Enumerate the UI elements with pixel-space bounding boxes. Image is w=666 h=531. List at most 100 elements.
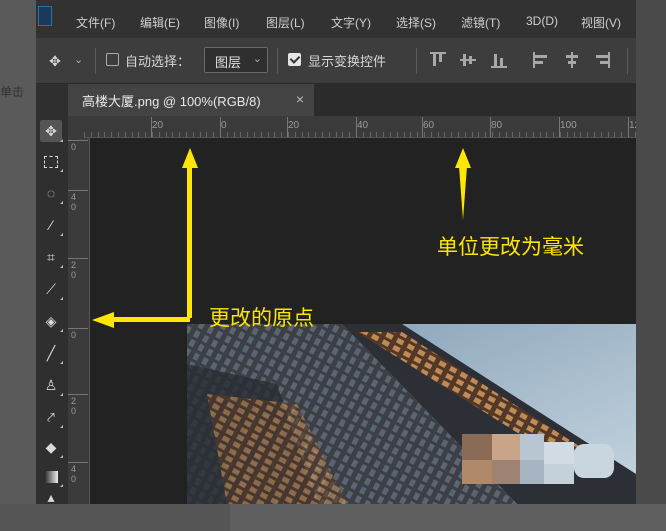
- menu-item[interactable]: 图层(L): [266, 14, 305, 31]
- ruler-minor-tick: [478, 132, 479, 137]
- ruler-minor-tick: [512, 132, 513, 137]
- ruler-minor-tick: [193, 132, 194, 137]
- ruler-tick-label: 20: [152, 120, 164, 131]
- align-bottom-icon[interactable]: [491, 52, 507, 68]
- ps-logo-icon[interactable]: [38, 6, 52, 26]
- ruler-minor-tick: [159, 132, 160, 137]
- auto-select-checkbox[interactable]: [106, 53, 119, 66]
- history-brush-tool-icon[interactable]: ⤤: [40, 406, 63, 428]
- menu-item[interactable]: 3D(D): [526, 14, 558, 28]
- ruler-minor-tick: [125, 132, 126, 137]
- horizontal-ruler[interactable]: 20 0 20 40 60 80 100 120: [84, 116, 636, 138]
- lasso-tool-icon[interactable]: ◌: [40, 182, 63, 204]
- align-left-icon[interactable]: [533, 52, 549, 68]
- ruler-minor-tick: [84, 132, 85, 137]
- ruler-tick-label: 80: [491, 120, 503, 131]
- separator: [416, 48, 417, 74]
- ruler-minor-tick: [506, 132, 507, 137]
- menu-item[interactable]: 图像(I): [204, 14, 239, 31]
- eyedropper-tool-icon[interactable]: ⟋: [40, 278, 63, 300]
- ruler-minor-tick: [288, 132, 289, 137]
- tools-panel: ✥ ◌ ⁄ ⌗ ⟋ ◈ ╱ ♙ ⤤ ◆ ▴: [36, 84, 68, 504]
- align-top-icon[interactable]: [430, 52, 446, 68]
- ruler-minor-tick: [179, 132, 180, 137]
- page-bottom-panel: [230, 504, 666, 531]
- chevron-down-icon: ⌄: [252, 53, 262, 65]
- ruler-minor-tick: [111, 132, 112, 137]
- ruler-minor-tick: [472, 132, 473, 137]
- vertical-ruler[interactable]: 0 4 0 2 0 0 2 0 4 0: [68, 138, 90, 504]
- separator: [277, 48, 278, 74]
- ruler-minor-tick: [138, 132, 139, 137]
- ruler-minor-tick: [376, 132, 377, 137]
- blur-tool-icon[interactable]: ▴: [40, 490, 62, 504]
- document-canvas[interactable]: [90, 138, 636, 504]
- ruler-tick-label: 4 0: [71, 192, 77, 212]
- ruler-minor-tick: [268, 132, 269, 137]
- ruler-minor-tick: [383, 132, 384, 137]
- ruler-minor-tick: [560, 132, 561, 137]
- ruler-minor-tick: [397, 132, 398, 137]
- gradient-tool-icon[interactable]: [40, 465, 63, 487]
- marquee-tool-icon[interactable]: [40, 150, 63, 172]
- align-horizontal-center-icon[interactable]: [564, 52, 580, 68]
- ruler-minor-tick: [213, 132, 214, 137]
- clone-stamp-tool-icon[interactable]: ♙: [40, 374, 63, 396]
- crop-tool-icon[interactable]: ⌗: [40, 246, 63, 268]
- ruler-minor-tick: [336, 132, 337, 137]
- ruler-minor-tick: [553, 132, 554, 137]
- page-bottom-area: [0, 504, 666, 531]
- ruler-tick-label: 2 0: [71, 260, 77, 280]
- show-transform-checkbox[interactable]: [288, 53, 301, 66]
- ruler-minor-tick: [240, 132, 241, 137]
- align-right-icon[interactable]: [594, 52, 610, 68]
- ruler-minor-tick: [444, 132, 445, 137]
- close-icon[interactable]: ×: [296, 91, 304, 107]
- ruler-minor-tick: [247, 132, 248, 137]
- ruler-minor-tick: [234, 132, 235, 137]
- ruler-minor-tick: [404, 132, 405, 137]
- origin-change-note: 更改的原点: [209, 306, 314, 330]
- ruler-minor-tick: [438, 132, 439, 137]
- quick-selection-tool-icon[interactable]: ⁄: [40, 214, 63, 236]
- brush-tool-icon[interactable]: ╱: [40, 342, 63, 364]
- auto-select-dropdown[interactable]: 图层 ⌄: [204, 47, 268, 73]
- move-tool-preset-icon[interactable]: ✥: [44, 50, 66, 72]
- auto-select-value: 图层: [215, 55, 242, 70]
- eraser-tool-icon[interactable]: ◆: [40, 436, 63, 458]
- ruler-minor-tick: [98, 132, 99, 137]
- align-vertical-center-icon[interactable]: [460, 52, 476, 68]
- ruler-minor-tick: [206, 132, 207, 137]
- tool-preset-chevron-icon[interactable]: ⌄: [74, 53, 83, 66]
- auto-select-label: 自动选择：: [125, 54, 191, 69]
- menu-item[interactable]: 文字(Y): [331, 14, 371, 31]
- ruler-minor-tick: [587, 132, 588, 137]
- ruler-origin-corner[interactable]: [68, 116, 84, 138]
- ruler-minor-tick: [499, 132, 500, 137]
- document-tab[interactable]: 高楼大厦.png @ 100%(RGB/8) ×: [68, 84, 314, 116]
- ruler-minor-tick: [342, 132, 343, 137]
- healing-brush-tool-icon[interactable]: ◈: [40, 310, 63, 332]
- ruler-minor-tick: [132, 132, 133, 137]
- ruler-major-tick: [68, 394, 88, 395]
- ruler-minor-tick: [492, 132, 493, 137]
- unit-change-note: 单位更改为毫米: [437, 235, 584, 259]
- ruler-minor-tick: [390, 132, 391, 137]
- menu-item[interactable]: 选择(S): [396, 14, 436, 31]
- ruler-minor-tick: [254, 132, 255, 137]
- menubar: 文件(F) 编辑(E) 图像(I) 图层(L) 文字(Y) 选择(S) 滤镜(T) 3D(D)…: [36, 0, 636, 38]
- menu-item[interactable]: 编辑(E): [140, 14, 180, 31]
- page-left-strip: [0, 0, 36, 531]
- menu-item[interactable]: 视图(V): [581, 14, 621, 31]
- move-tool-icon[interactable]: ✥: [40, 120, 63, 142]
- page-left-text: 单击: [0, 85, 25, 99]
- ruler-minor-tick: [349, 132, 350, 137]
- ruler-minor-tick: [308, 132, 309, 137]
- menu-item[interactable]: 滤镜(T): [461, 14, 500, 31]
- ruler-minor-tick: [281, 132, 282, 137]
- ruler-tick-label: 0: [71, 142, 77, 152]
- ruler-minor-tick: [424, 132, 425, 137]
- ruler-minor-tick: [594, 132, 595, 137]
- menu-item[interactable]: 文件(F): [76, 14, 115, 31]
- ruler-minor-tick: [431, 132, 432, 137]
